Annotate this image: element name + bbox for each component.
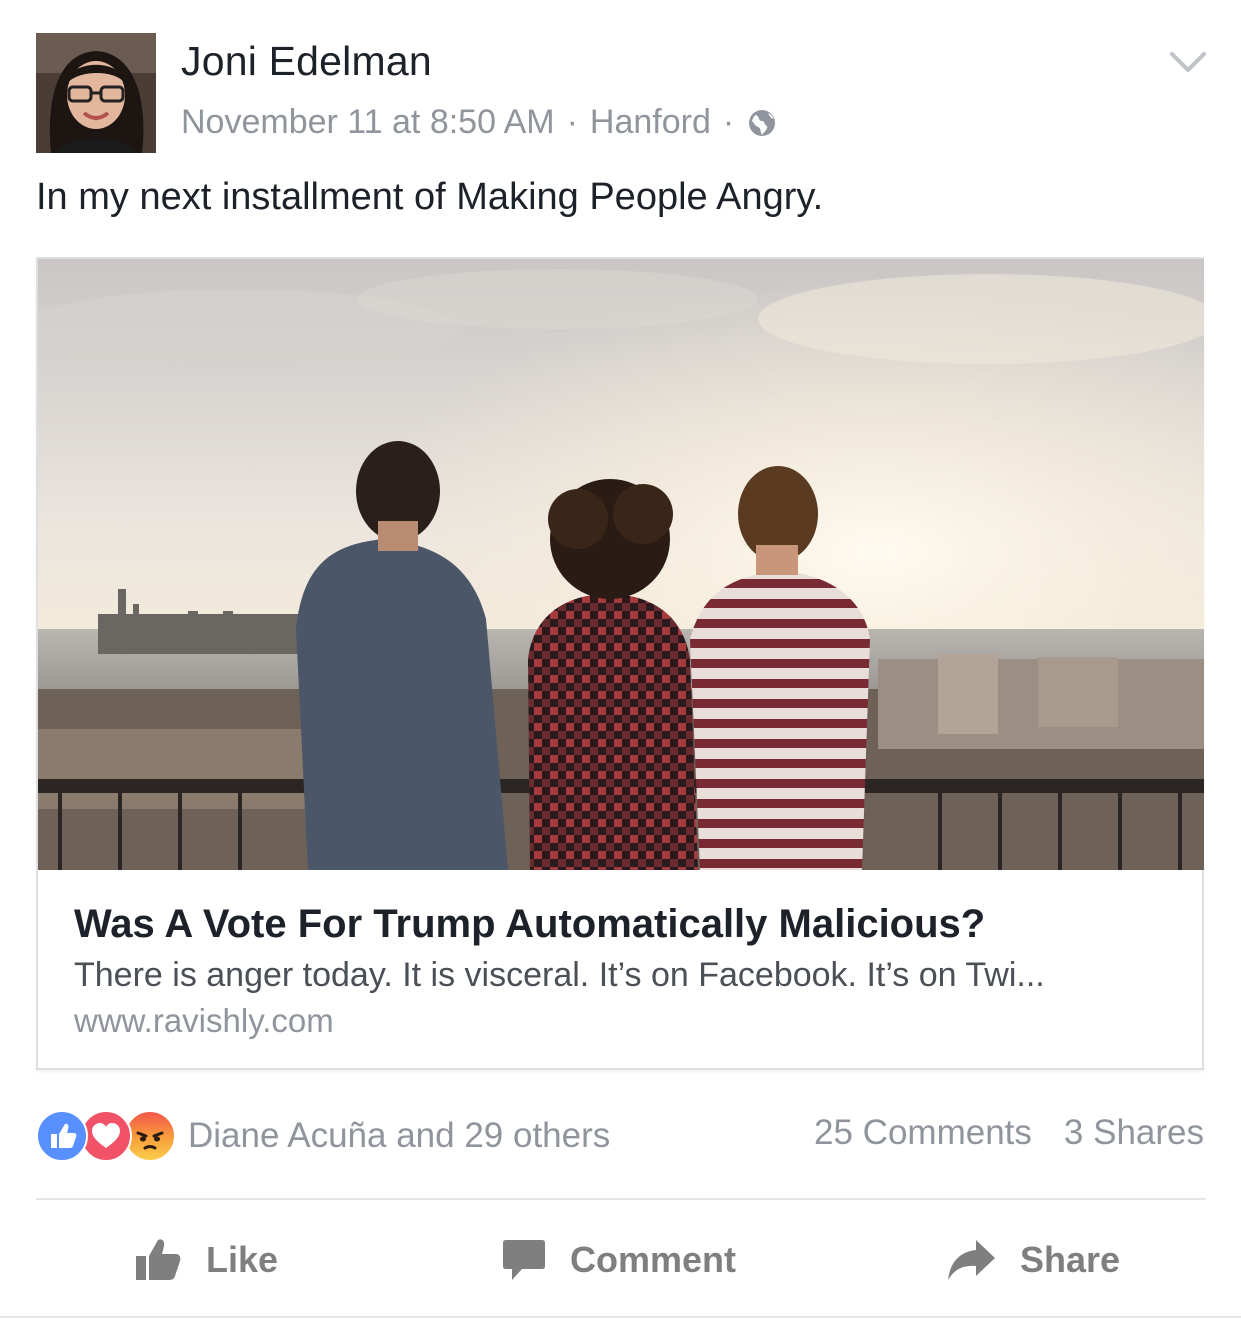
link-preview-card[interactable]: Was A Vote For Trump Automatically Malic… xyxy=(36,257,1204,1070)
share-arrow-icon xyxy=(948,1240,995,1280)
like-label: Like xyxy=(206,1239,279,1280)
post-location[interactable]: Hanford xyxy=(590,103,711,142)
chevron-down-icon[interactable] xyxy=(1168,48,1208,76)
share-label: Share xyxy=(1020,1239,1121,1280)
author-name[interactable]: Joni Edelman xyxy=(181,38,432,85)
post-meta: November 11 at 8:50 AM · Hanford · xyxy=(181,103,776,142)
avatar-image xyxy=(36,33,156,153)
thumbs-up-icon xyxy=(136,1239,181,1280)
comment-button[interactable]: Comment xyxy=(502,1230,736,1290)
reactors-summary-text[interactable]: Diane Acuña and 29 others xyxy=(188,1116,610,1156)
meta-separator: · xyxy=(722,103,735,141)
bottom-divider xyxy=(0,1316,1241,1318)
comments-count[interactable]: 25 Comments xyxy=(814,1113,1032,1152)
post-text: In my next installment of Making People … xyxy=(36,176,824,218)
divider xyxy=(36,1198,1206,1200)
link-title[interactable]: Was A Vote For Trump Automatically Malic… xyxy=(74,902,985,947)
share-button[interactable]: Share xyxy=(946,1230,1120,1290)
like-reaction-icon xyxy=(36,1110,88,1162)
comment-label: Comment xyxy=(570,1239,737,1280)
engagement-counts: 25 Comments 3 Shares xyxy=(814,1113,1204,1153)
author-avatar[interactable] xyxy=(36,33,156,153)
meta-separator: · xyxy=(566,103,578,141)
link-description: There is anger today. It is visceral. It… xyxy=(74,956,1045,994)
comment-bubble-icon xyxy=(503,1240,545,1280)
globe-icon[interactable] xyxy=(748,109,776,137)
shares-count[interactable]: 3 Shares xyxy=(1064,1113,1204,1152)
post-timestamp[interactable]: November 11 at 8:50 AM xyxy=(181,103,555,142)
like-button[interactable]: Like xyxy=(134,1230,278,1290)
link-preview-image[interactable] xyxy=(38,259,1204,870)
link-url: www.ravishly.com xyxy=(74,1002,334,1039)
reactions-summary[interactable]: Diane Acuña and 29 others xyxy=(36,1110,610,1162)
